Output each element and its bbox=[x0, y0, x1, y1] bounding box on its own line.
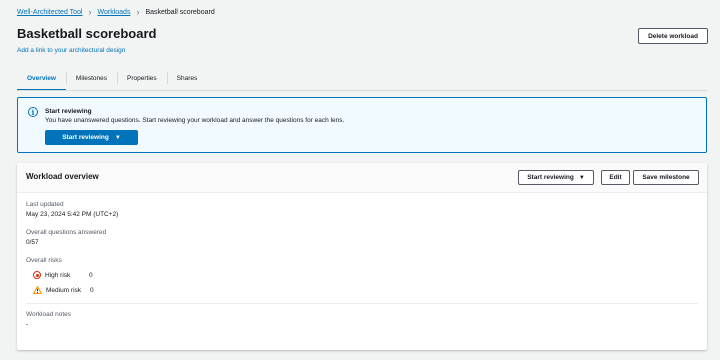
last-updated-value: May 23, 2024 5:42 PM (UTC+2) bbox=[26, 211, 119, 218]
info-icon: i bbox=[28, 107, 38, 117]
workload-notes-label: Workload notes bbox=[26, 311, 72, 318]
start-reviewing-dropdown-label: Start reviewing bbox=[527, 174, 574, 181]
section-divider bbox=[26, 303, 698, 304]
save-milestone-button[interactable]: Save milestone bbox=[633, 170, 699, 185]
warning-icon bbox=[32, 286, 43, 295]
add-design-link[interactable]: Add a link to your architectural design bbox=[17, 47, 125, 54]
tabs-divider bbox=[17, 90, 707, 91]
start-reviewing-button[interactable]: Start reviewing ▼ bbox=[45, 130, 138, 145]
panel-title: Workload overview bbox=[26, 172, 99, 181]
breadcrumb-current: Basketball scoreboard bbox=[145, 9, 215, 16]
alert-message: You have unanswered questions. Start rev… bbox=[45, 117, 345, 124]
breadcrumb: Well-Architected Tool › Workloads › Bask… bbox=[17, 7, 215, 17]
edit-button[interactable]: Edit bbox=[601, 170, 630, 185]
breadcrumb-link-well-architected-tool[interactable]: Well-Architected Tool bbox=[17, 9, 83, 16]
questions-answered-value: 0/57 bbox=[26, 239, 39, 246]
medium-risk-count: 0 bbox=[90, 286, 94, 294]
tab-shares[interactable]: Shares bbox=[166, 66, 208, 90]
tab-list: Overview Milestones Properties Shares bbox=[17, 66, 208, 91]
medium-risk-label: Medium risk bbox=[46, 286, 82, 294]
medium-risk-row: Medium risk 0 bbox=[32, 285, 94, 295]
start-reviewing-label: Start reviewing bbox=[62, 134, 109, 141]
high-risk-count: 0 bbox=[89, 271, 93, 279]
start-reviewing-dropdown-button[interactable]: Start reviewing ▼ bbox=[518, 170, 594, 185]
chevron-right-icon: › bbox=[136, 7, 140, 17]
workload-overview-panel: Workload overview Start reviewing ▼ Edit… bbox=[17, 163, 707, 350]
delete-workload-button[interactable]: Delete workload bbox=[638, 28, 708, 44]
page-title: Basketball scoreboard bbox=[17, 26, 157, 41]
breadcrumb-link-workloads[interactable]: Workloads bbox=[98, 9, 131, 16]
caret-down-icon: ▼ bbox=[578, 174, 585, 181]
overall-risks-label: Overall risks bbox=[26, 257, 62, 264]
high-risk-label: High risk bbox=[45, 271, 71, 279]
info-alert: i Start reviewing You have unanswered qu… bbox=[17, 97, 707, 153]
last-updated-label: Last updated bbox=[26, 201, 64, 208]
panel-header: Workload overview Start reviewing ▼ Edit… bbox=[17, 163, 707, 193]
alert-title: Start reviewing bbox=[45, 108, 92, 115]
tab-overview[interactable]: Overview bbox=[17, 66, 66, 91]
high-risk-icon bbox=[33, 271, 41, 279]
questions-answered-label: Overall questions answered bbox=[26, 229, 107, 236]
high-risk-row: High risk 0 bbox=[33, 270, 93, 280]
caret-down-icon: ▼ bbox=[114, 134, 121, 141]
chevron-right-icon: › bbox=[88, 7, 92, 17]
workload-notes-value: - bbox=[26, 321, 29, 328]
tab-properties[interactable]: Properties bbox=[117, 66, 167, 90]
tab-milestones[interactable]: Milestones bbox=[65, 66, 117, 90]
